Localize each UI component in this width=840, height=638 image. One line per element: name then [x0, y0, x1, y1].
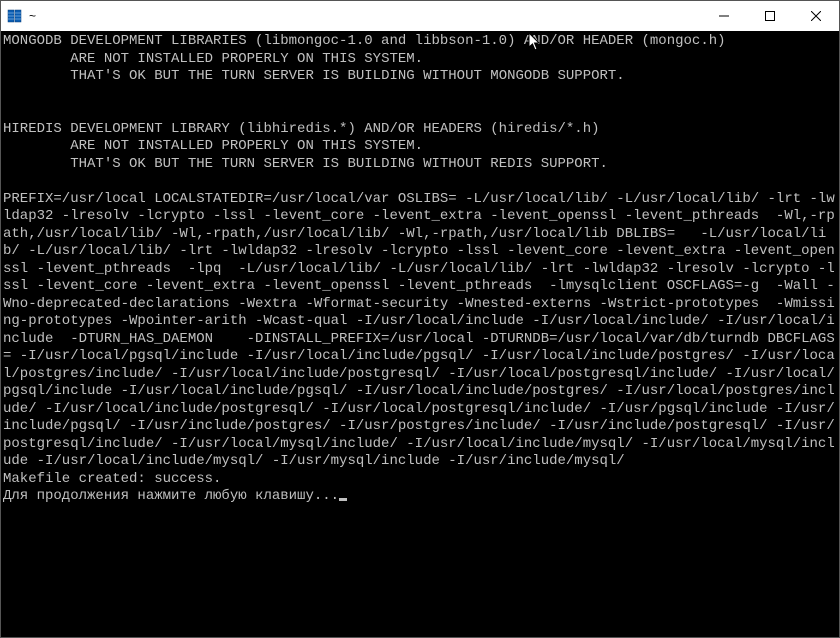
prompt-text: Для продолжения нажмите любую клавишу...: [3, 488, 339, 504]
terminal-line: THAT'S OK BUT THE TURN SERVER IS BUILDIN…: [3, 68, 837, 86]
terminal-line: ARE NOT INSTALLED PROPERLY ON THIS SYSTE…: [3, 138, 837, 156]
window-titlebar: ~: [1, 1, 839, 31]
close-button[interactable]: [793, 1, 839, 31]
terminal-line: HIREDIS DEVELOPMENT LIBRARY (libhiredis.…: [3, 121, 837, 139]
terminal-line: [3, 103, 837, 121]
terminal-line: PREFIX=/usr/local LOCALSTATEDIR=/usr/loc…: [3, 191, 837, 471]
terminal-line: MONGODB DEVELOPMENT LIBRARIES (libmongoc…: [3, 33, 837, 51]
terminal-line: [3, 86, 837, 104]
window-title: ~: [29, 9, 36, 23]
terminal-output[interactable]: MONGODB DEVELOPMENT LIBRARIES (libmongoc…: [1, 31, 839, 637]
minimize-button[interactable]: [701, 1, 747, 31]
terminal-prompt-line: Для продолжения нажмите любую клавишу...: [3, 488, 837, 506]
terminal-line: Makefile created: success.: [3, 471, 837, 489]
text-cursor: [339, 498, 347, 501]
maximize-button[interactable]: [747, 1, 793, 31]
app-icon: [7, 8, 23, 24]
terminal-line: THAT'S OK BUT THE TURN SERVER IS BUILDIN…: [3, 156, 837, 174]
terminal-line: ARE NOT INSTALLED PROPERLY ON THIS SYSTE…: [3, 51, 837, 69]
terminal-window: ~ MONGODB DEVELOPMENT LIBRARIES (libmong…: [0, 0, 840, 638]
terminal-line: [3, 173, 837, 191]
